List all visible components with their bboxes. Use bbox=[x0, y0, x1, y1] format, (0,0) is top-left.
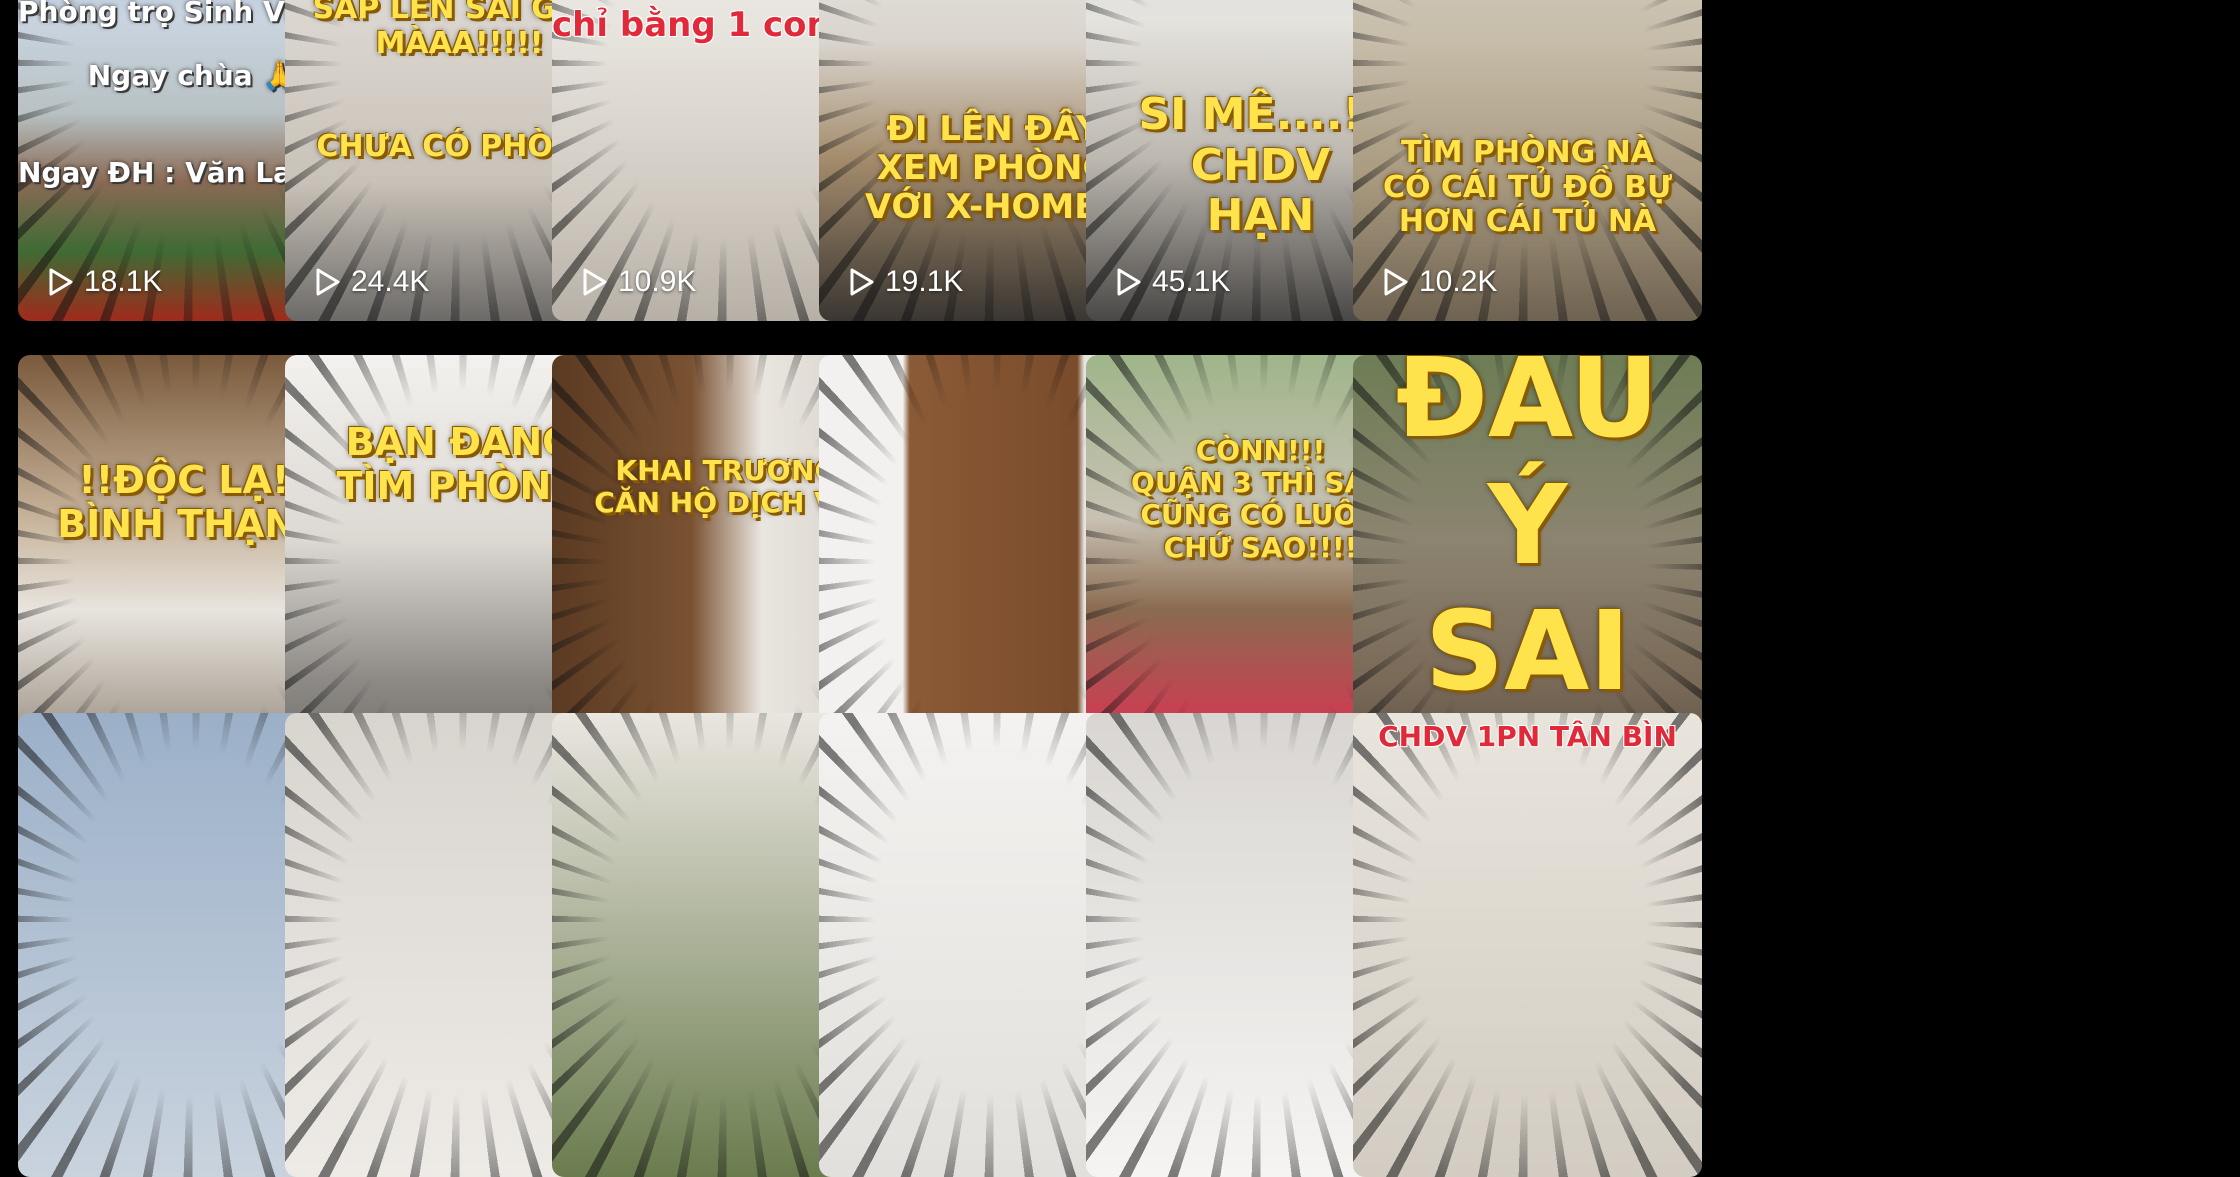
thumbnail-caption: CHDV 1PN TÂN BÌN bbox=[1353, 720, 1702, 753]
video-card[interactable]: TÌM PHÒNG NÀ CÓ CÁI TỦ ĐỒ BỰ HƠN CÁI TỦ NÀ… bbox=[1353, 0, 1702, 321]
caption-line: HƠN CÁI TỦ NÀ bbox=[1398, 204, 1657, 239]
view-count-label: 19.1K bbox=[885, 265, 964, 298]
play-icon bbox=[583, 268, 607, 296]
view-count: 19.1K bbox=[849, 265, 963, 299]
view-count: 18.1K bbox=[48, 265, 162, 299]
play-icon bbox=[49, 268, 73, 296]
video-card[interactable]: CHDV 1PN TÂN BÌN bbox=[1353, 713, 1702, 1177]
view-count: 10.9K bbox=[582, 265, 696, 299]
caption-line: ĐAU bbox=[1395, 355, 1660, 462]
play-icon bbox=[316, 268, 340, 296]
play-icon bbox=[1384, 268, 1408, 296]
caption-line: CÓ CÁI TỦ ĐỒ BỰ bbox=[1382, 169, 1673, 205]
caption-line: CHDV 1PN TÂN BÌN bbox=[1378, 720, 1677, 753]
thumbnail-caption: ĐAU Ý SAI bbox=[1353, 355, 1702, 715]
view-count-label: 45.1K bbox=[1152, 265, 1231, 298]
view-count: 10.2K bbox=[1383, 265, 1497, 299]
view-count-label: 10.9K bbox=[618, 265, 697, 298]
caption-line: TÌM PHÒNG NÀ bbox=[1400, 135, 1655, 170]
view-count: 24.4K bbox=[315, 265, 429, 299]
view-count: 45.1K bbox=[1116, 265, 1230, 299]
caption-line: SAI bbox=[1424, 587, 1631, 715]
thumbnail-caption: TÌM PHÒNG NÀ CÓ CÁI TỦ ĐỒ BỰ HƠN CÁI TỦ NÀ bbox=[1353, 135, 1702, 240]
view-count-label: 10.2K bbox=[1419, 265, 1498, 298]
play-icon bbox=[850, 268, 874, 296]
play-icon bbox=[1117, 268, 1141, 296]
speed-lines-overlay bbox=[1353, 713, 1702, 1177]
view-count-label: 24.4K bbox=[351, 265, 430, 298]
view-count-label: 18.1K bbox=[84, 265, 163, 298]
caption-line: Ý bbox=[1487, 460, 1568, 589]
